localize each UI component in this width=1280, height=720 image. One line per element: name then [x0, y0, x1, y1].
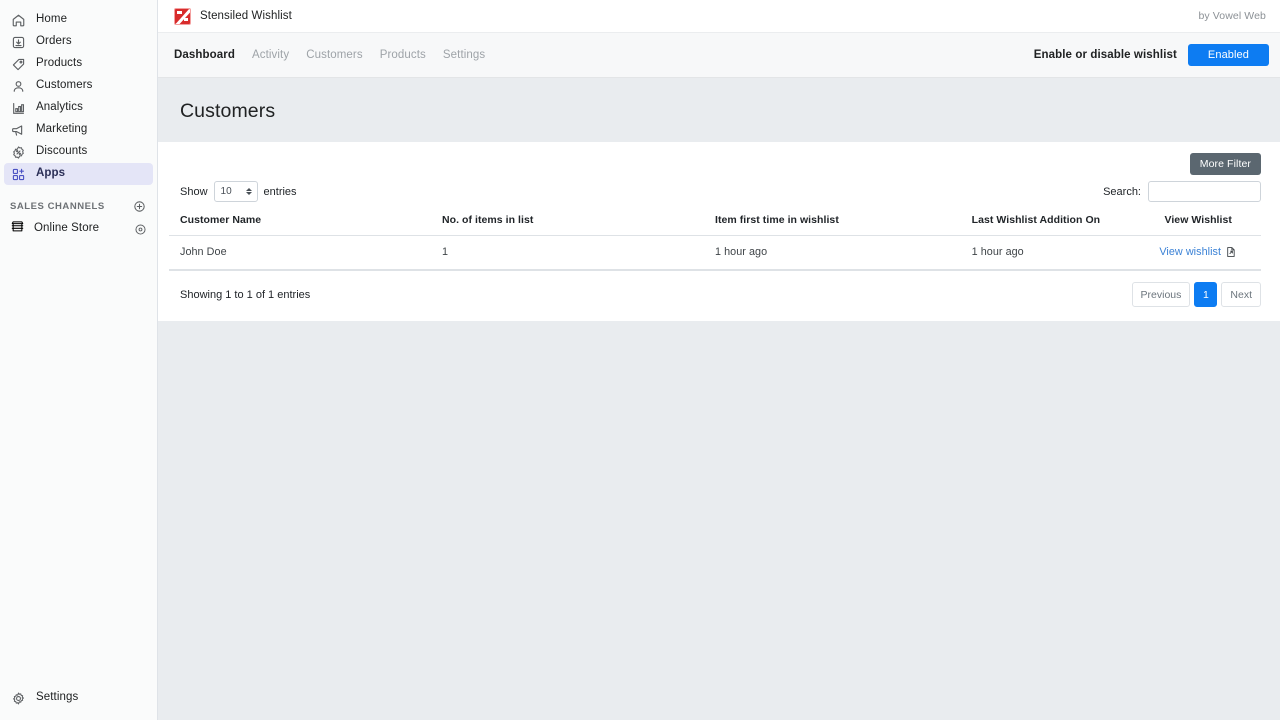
sales-channels-title: SALES CHANNELS [10, 200, 105, 212]
sidebar-item-discounts[interactable]: Discounts [4, 141, 153, 163]
table-body: John Doe 1 1 hour ago 1 hour ago View wi… [169, 235, 1261, 271]
cell-first-time: 1 hour ago [715, 235, 972, 271]
sidebar-footer: Settings [0, 687, 157, 709]
sidebar-item-settings[interactable]: Settings [4, 687, 153, 709]
table-row: John Doe 1 1 hour ago 1 hour ago View wi… [169, 235, 1261, 271]
th-items-count: No. of items in list [442, 208, 715, 236]
cell-last-addition: 1 hour ago [971, 235, 1136, 271]
sidebar-label-customers: Customers [36, 79, 93, 92]
sidebar-label-orders: Orders [36, 35, 72, 48]
search-group: Search: [1103, 181, 1261, 202]
sidebar-item-analytics[interactable]: Analytics [4, 97, 153, 119]
home-icon [10, 12, 27, 29]
sidebar-label-settings: Settings [36, 691, 79, 704]
sidebar-label-marketing: Marketing [36, 123, 88, 136]
sidebar-label-online-store: Online Store [34, 222, 100, 235]
sales-channels-header: SALES CHANNELS [0, 196, 157, 216]
tab-dashboard[interactable]: Dashboard [174, 49, 235, 61]
pagination-next-button[interactable]: Next [1221, 282, 1261, 307]
analytics-bars-icon [10, 100, 27, 117]
sidebar-item-orders[interactable]: Orders [4, 31, 153, 53]
th-view-wishlist: View Wishlist [1135, 208, 1261, 236]
main-area: Stensiled Wishlist by Vowel Web Dashboar… [158, 0, 1280, 720]
stensiled-wishlist-logo [174, 7, 191, 25]
orders-icon [10, 34, 27, 51]
tab-activity[interactable]: Activity [252, 49, 289, 61]
pagination: Previous 1 Next [1131, 282, 1261, 307]
pagination-page-1[interactable]: 1 [1194, 282, 1218, 307]
showing-entries-text: Showing 1 to 1 of 1 entries [180, 288, 311, 301]
entries-select-wrap: 10 25 50 100 [213, 181, 258, 202]
page-title-band: Customers [158, 78, 1280, 142]
app-title: Stensiled Wishlist [200, 10, 292, 22]
tab-settings[interactable]: Settings [443, 49, 485, 61]
page-background-filler [158, 321, 1280, 720]
table-header-row: Customer Name No. of items in list Item … [169, 208, 1261, 236]
products-tag-icon [10, 56, 27, 73]
customers-table: Customer Name No. of items in list Item … [169, 208, 1261, 271]
app-tab-bar: Dashboard Activity Customers Products Se… [158, 33, 1280, 78]
th-customer-name: Customer Name [169, 208, 442, 236]
pagination-previous-button[interactable]: Previous [1131, 282, 1191, 307]
sidebar-label-analytics: Analytics [36, 101, 83, 114]
table-footer: Showing 1 to 1 of 1 entries Previous 1 N… [169, 271, 1261, 321]
th-last-addition: Last Wishlist Addition On [971, 208, 1136, 236]
external-document-icon[interactable] [1225, 246, 1237, 258]
tab-list: Dashboard Activity Customers Products Se… [174, 49, 485, 61]
add-channel-icon[interactable] [133, 200, 146, 213]
wishlist-enabled-button[interactable]: Enabled [1187, 44, 1269, 66]
cell-view-wishlist: View wishlist [1135, 235, 1261, 271]
sidebar-label-products: Products [36, 57, 83, 70]
sidebar: Home Orders Products Customers Analytics… [0, 0, 158, 720]
app-byline: by Vowel Web [1198, 10, 1266, 22]
sidebar-item-home[interactable]: Home [4, 9, 153, 31]
discounts-percent-icon [10, 144, 27, 161]
search-label: Search: [1103, 185, 1141, 198]
marketing-megaphone-icon [10, 122, 27, 139]
tab-customers[interactable]: Customers [306, 49, 363, 61]
more-filter-button[interactable]: More Filter [1189, 153, 1261, 175]
app-root: Home Orders Products Customers Analytics… [0, 0, 1280, 720]
card-toolbar: More Filter [169, 142, 1261, 178]
cell-customer-name: John Doe [169, 235, 442, 271]
sidebar-item-apps[interactable]: Apps [4, 163, 153, 185]
tab-products[interactable]: Products [380, 49, 426, 61]
apps-grid-plus-icon [10, 166, 27, 183]
customers-person-icon [10, 78, 27, 95]
app-header-bar: Stensiled Wishlist by Vowel Web [158, 0, 1280, 33]
th-first-time: Item first time in wishlist [715, 208, 972, 236]
sidebar-item-customers[interactable]: Customers [4, 75, 153, 97]
customers-card: More Filter Show 10 25 50 100 [158, 142, 1280, 321]
show-entries-suffix: entries [263, 185, 297, 198]
cell-items-count: 1 [442, 235, 715, 271]
table-head: Customer Name No. of items in list Item … [169, 208, 1261, 236]
view-eye-icon[interactable] [134, 223, 147, 236]
entries-select[interactable]: 10 25 50 100 [213, 181, 258, 202]
sidebar-item-products[interactable]: Products [4, 53, 153, 75]
sidebar-label-home: Home [36, 13, 68, 26]
sidebar-item-marketing[interactable]: Marketing [4, 119, 153, 141]
table-controls: Show 10 25 50 100 entries [169, 178, 1261, 208]
search-input[interactable] [1148, 181, 1261, 202]
view-wishlist-link[interactable]: View wishlist [1159, 246, 1221, 258]
show-entries-group: Show 10 25 50 100 entries [169, 181, 297, 202]
show-entries-prefix: Show [180, 185, 208, 198]
settings-gear-icon [10, 690, 27, 707]
online-store-icon [10, 219, 25, 239]
wishlist-toggle-group: Enable or disable wishlist Enabled [1034, 44, 1269, 66]
page-title: Customers [180, 100, 276, 122]
sidebar-label-apps: Apps [36, 167, 66, 180]
wishlist-toggle-label: Enable or disable wishlist [1033, 49, 1177, 61]
sidebar-item-online-store[interactable]: Online Store [4, 218, 153, 240]
sidebar-label-discounts: Discounts [36, 145, 88, 158]
view-wishlist-group: View wishlist [1159, 246, 1237, 258]
